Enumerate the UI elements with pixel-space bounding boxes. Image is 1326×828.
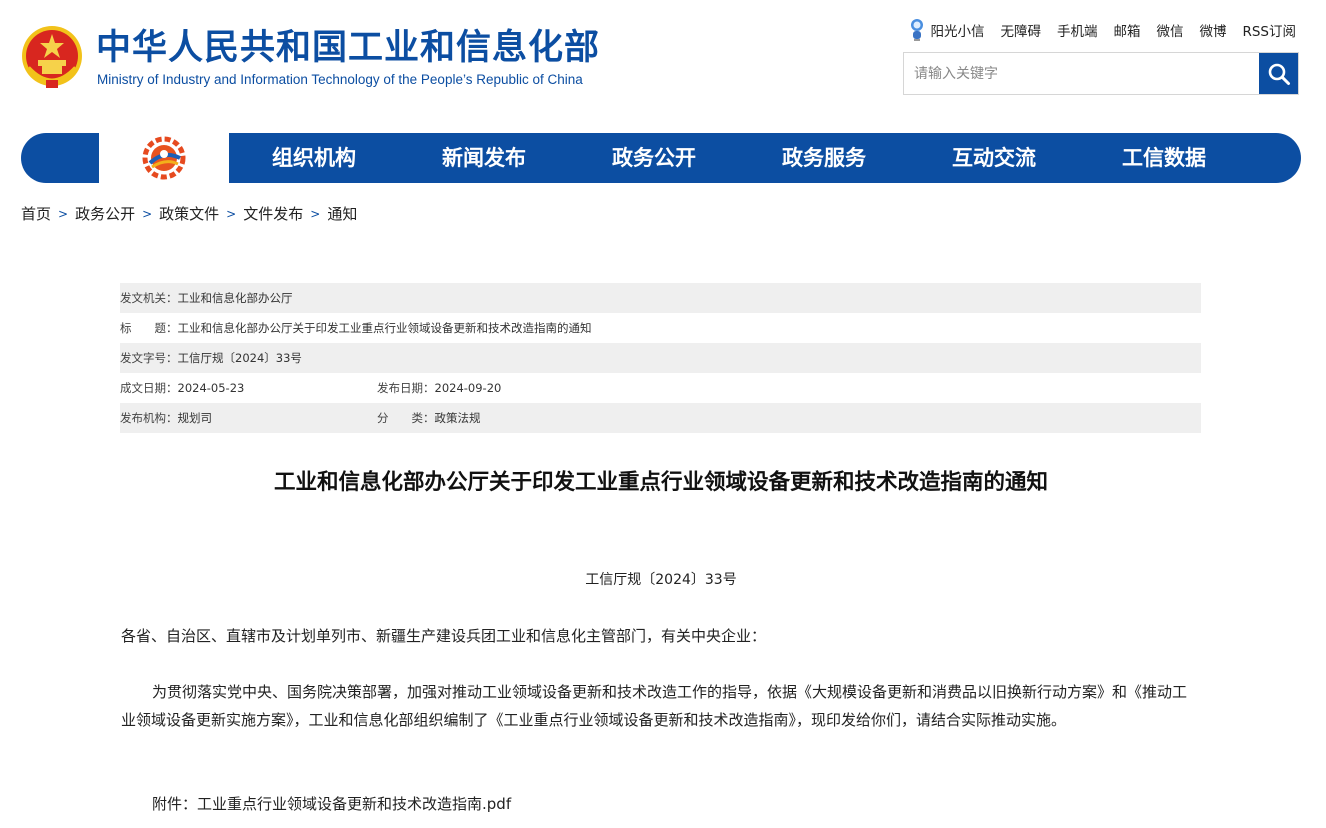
breadcrumb: 首页 > 政务公开 > 政策文件 > 文件发布 > 通知 xyxy=(21,203,357,224)
breadcrumb-file-release[interactable]: 文件发布 xyxy=(243,203,303,224)
meta-label: 发文机关： xyxy=(120,291,178,305)
meta-row-docno: 发文字号：工信厅规〔2024〕33号 xyxy=(120,343,1201,373)
meta-label: 分 类： xyxy=(377,411,435,425)
meta-title: 工业和信息化部办公厅关于印发工业重点行业领域设备更新和技术改造指南的通知 xyxy=(177,321,592,335)
nav-item-interaction[interactable]: 互动交流 xyxy=(919,133,1069,183)
meta-row-org: 发布机构：规划司 分 类：政策法规 xyxy=(120,403,1201,433)
top-link-label: 阳光小信 xyxy=(930,24,985,40)
nav-item-news[interactable]: 新闻发布 xyxy=(409,133,559,183)
search-button[interactable] xyxy=(1259,53,1298,94)
article-salutation: 各省、自治区、直辖市及计划单列市、新疆生产建设兵团工业和信息化主管部门，有关中央… xyxy=(121,627,767,645)
article-title: 工业和信息化部办公厅关于印发工业重点行业领域设备更新和技术改造指南的通知 xyxy=(273,470,1048,495)
chevron-right-icon: > xyxy=(310,206,321,221)
meta-issuer: 工业和信息化部办公厅 xyxy=(177,291,293,305)
article-body: 为贯彻落实党中央、国务院决策部署，加强对推动工业领域设备更新和技术改造工作的指导… xyxy=(121,683,1188,729)
meta-label: 标 题： xyxy=(120,321,178,335)
article-attachment: 附件：工业重点行业领域设备更新和技术改造指南.pdf xyxy=(121,790,1201,818)
breadcrumb-notice[interactable]: 通知 xyxy=(327,203,357,224)
top-link-mail[interactable]: 邮箱 xyxy=(1113,20,1140,40)
breadcrumb-government-affairs[interactable]: 政务公开 xyxy=(75,203,135,224)
breadcrumb-policy-files[interactable]: 政策文件 xyxy=(159,203,219,224)
search-input[interactable] xyxy=(904,53,1260,94)
robot-icon xyxy=(911,19,924,41)
document-metadata: 发文机关：工业和信息化部办公厅 标 题：工业和信息化部办公厅关于印发工业重点行业… xyxy=(120,283,1201,433)
meta-published-date: 2024-09-20 xyxy=(434,381,502,395)
meta-row-title: 标 题：工业和信息化部办公厅关于印发工业重点行业领域设备更新和技术改造指南的通知 xyxy=(120,313,1201,343)
top-link-rss[interactable]: RSS订阅 xyxy=(1242,20,1296,40)
nav-home-button[interactable] xyxy=(99,133,229,183)
chevron-right-icon: > xyxy=(58,206,69,221)
attachment-label: 附件： xyxy=(152,795,198,813)
nav-item-organization[interactable]: 组织机构 xyxy=(239,133,389,183)
site-title[interactable]: 中华人民共和国工业和信息化部 xyxy=(96,28,600,68)
top-links: 阳光小信 无障碍 手机端 邮箱 微信 微博 RSS订阅 xyxy=(908,18,1296,42)
attachment-link[interactable]: 工业重点行业领域设备更新和技术改造指南.pdf xyxy=(197,795,511,813)
meta-org: 规划司 xyxy=(177,411,213,425)
meta-label: 发布日期： xyxy=(377,381,435,395)
search-icon xyxy=(1268,63,1290,85)
main-nav: 组织机构 新闻发布 政务公开 政务服务 互动交流 工信数据 xyxy=(21,133,1301,183)
search-box xyxy=(903,52,1299,95)
top-link-weibo[interactable]: 微博 xyxy=(1199,20,1226,40)
top-link-mobile[interactable]: 手机端 xyxy=(1057,20,1098,40)
meta-label: 发布机构： xyxy=(120,411,178,425)
meta-docno: 工信厅规〔2024〕33号 xyxy=(177,351,302,365)
top-link-wechat[interactable]: 微信 xyxy=(1156,20,1183,40)
nav-item-data[interactable]: 工信数据 xyxy=(1089,133,1239,183)
top-link-sunshine[interactable]: 阳光小信 xyxy=(908,18,984,42)
top-link-accessibility[interactable]: 无障碍 xyxy=(1000,20,1041,40)
meta-row-issuer: 发文机关：工业和信息化部办公厅 xyxy=(120,283,1201,313)
article-doc-number: 工信厅规〔2024〕33号 xyxy=(585,572,737,588)
site-subtitle: Ministry of Industry and Information Tec… xyxy=(97,72,583,87)
meta-label: 发文字号： xyxy=(120,351,178,365)
nav-item-government-affairs[interactable]: 政务公开 xyxy=(579,133,729,183)
chevron-right-icon: > xyxy=(142,206,153,221)
national-emblem-icon[interactable] xyxy=(20,24,84,90)
home-logo-icon xyxy=(142,136,186,180)
meta-category: 政策法规 xyxy=(434,411,481,425)
meta-row-dates: 成文日期：2024-05-23 发布日期：2024-09-20 xyxy=(120,373,1201,403)
chevron-right-icon: > xyxy=(226,206,237,221)
breadcrumb-home[interactable]: 首页 xyxy=(21,203,51,224)
meta-created-date: 2024-05-23 xyxy=(177,381,245,395)
meta-label: 成文日期： xyxy=(120,381,178,395)
nav-item-services[interactable]: 政务服务 xyxy=(749,133,899,183)
